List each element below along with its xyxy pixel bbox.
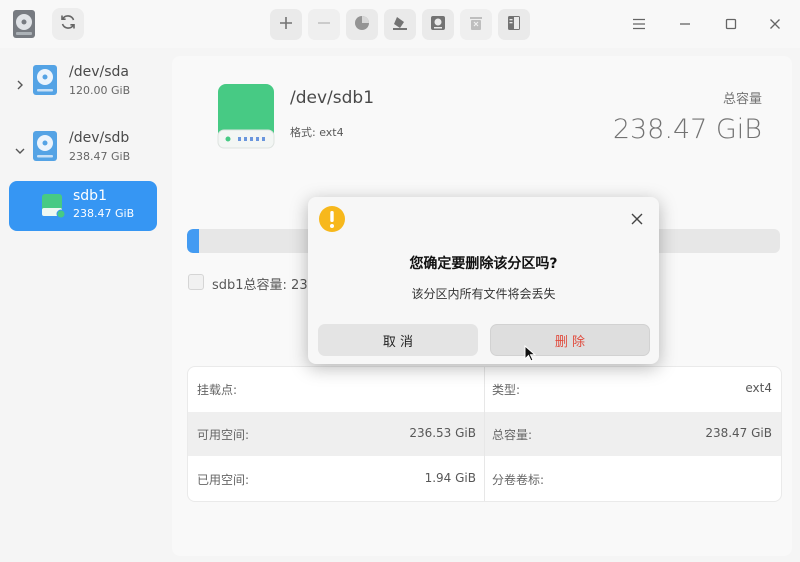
- delete-confirm-dialog: 您确定要删除该分区吗? 该分区内所有文件将会丢失 取 消 删 除: [308, 197, 659, 364]
- mouse-cursor-icon: [524, 344, 537, 363]
- dialog-message: 该分区内所有文件将会丢失: [411, 287, 556, 301]
- dialog-title: 您确定要删除该分区吗?: [409, 256, 558, 272]
- dialog-close-button[interactable]: [629, 211, 645, 227]
- cancel-button[interactable]: 取 消: [318, 324, 478, 356]
- delete-button[interactable]: 删 除: [490, 324, 650, 356]
- close-icon: [631, 210, 643, 229]
- warning-icon: [318, 205, 346, 233]
